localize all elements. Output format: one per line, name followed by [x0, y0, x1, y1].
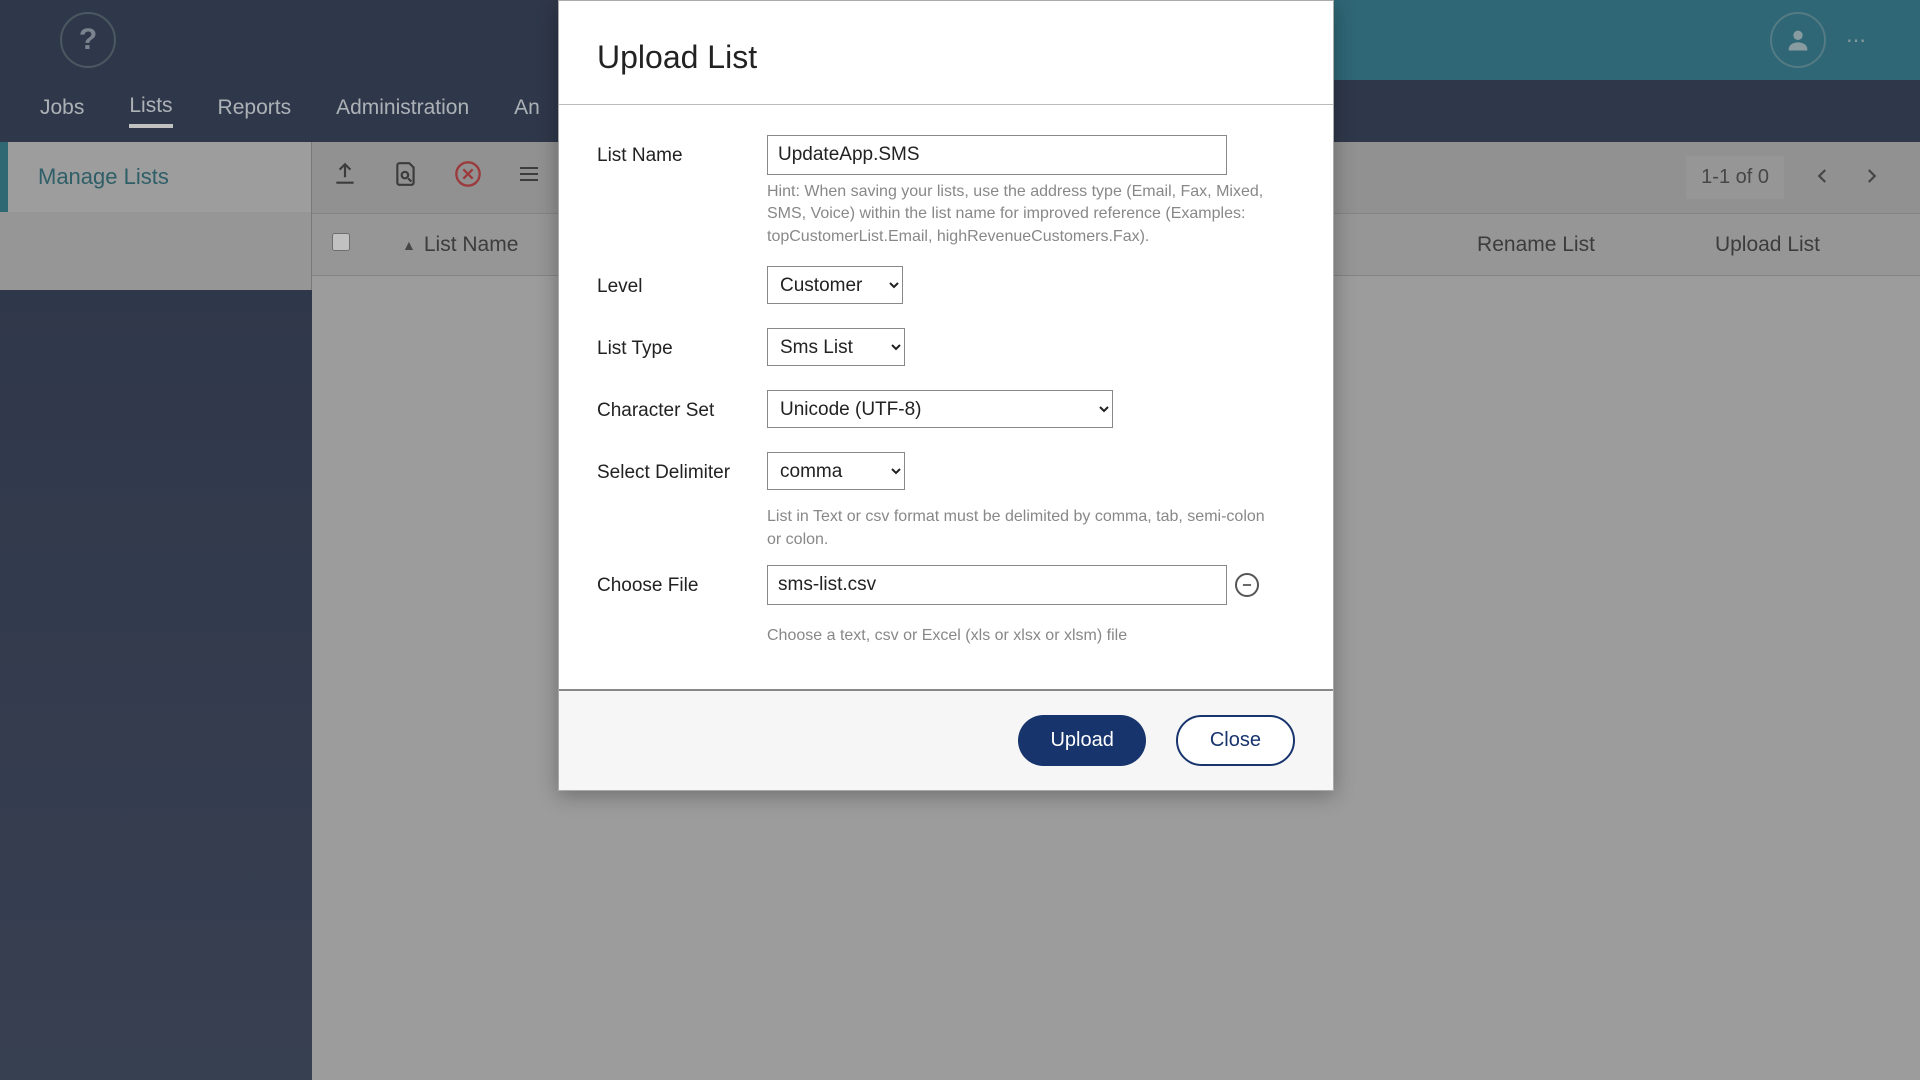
upload-list-modal: Upload List List Name Hint: When saving …	[558, 0, 1334, 791]
list-type-label: List Type	[597, 328, 767, 366]
list-name-input[interactable]	[767, 135, 1227, 175]
level-select[interactable]: Customer	[767, 266, 903, 304]
modal-header: Upload List	[559, 1, 1333, 105]
delimiter-hint: List in Text or csv format must be delim…	[767, 506, 1267, 551]
choose-file-hint: Choose a text, csv or Excel (xls or xlsx…	[767, 625, 1267, 647]
level-label: Level	[597, 266, 767, 304]
remove-file-icon[interactable]	[1235, 573, 1259, 597]
modal-footer: Upload Close	[559, 689, 1333, 790]
choose-file-input[interactable]	[767, 565, 1227, 605]
modal-body: List Name Hint: When saving your lists, …	[559, 105, 1333, 689]
charset-label: Character Set	[597, 390, 767, 428]
upload-button[interactable]: Upload	[1018, 715, 1145, 766]
list-type-select[interactable]: Sms List	[767, 328, 905, 366]
close-button[interactable]: Close	[1176, 715, 1295, 766]
delimiter-label: Select Delimiter	[597, 452, 767, 551]
choose-file-label: Choose File	[597, 565, 767, 647]
delimiter-select[interactable]: comma	[767, 452, 905, 490]
list-name-label: List Name	[597, 135, 767, 248]
modal-title: Upload List	[597, 39, 1295, 76]
list-name-hint: Hint: When saving your lists, use the ad…	[767, 181, 1267, 248]
charset-select[interactable]: Unicode (UTF-8)	[767, 390, 1113, 428]
